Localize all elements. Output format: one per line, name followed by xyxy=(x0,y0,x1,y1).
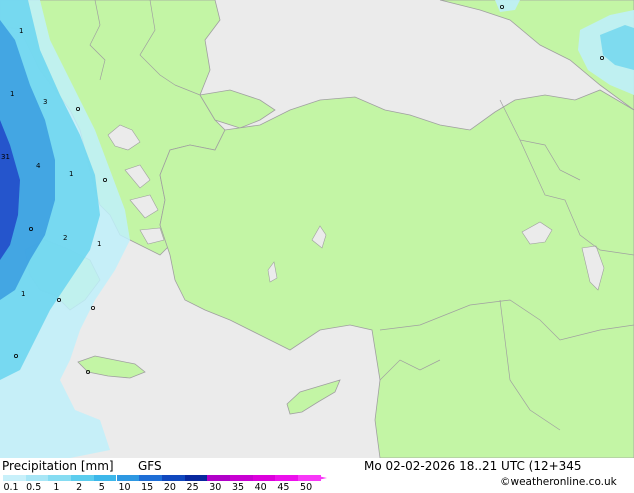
precip-label: 2 xyxy=(63,234,67,242)
legend-tick-label: 0.1 xyxy=(3,482,19,493)
precip-label: 1 xyxy=(19,27,23,35)
legend-swatch xyxy=(25,475,49,481)
product-title: Precipitation [mm] xyxy=(2,459,114,473)
legend-swatch xyxy=(230,475,253,481)
precip-label: 4 xyxy=(36,162,41,170)
credit: ©weatheronline.co.uk xyxy=(500,476,617,488)
precip-label: 3 xyxy=(43,98,47,106)
precip-label: 1 xyxy=(97,240,101,248)
legend-tick-label: 1 xyxy=(53,482,60,493)
legend-swatch xyxy=(139,475,162,481)
legend-swatch xyxy=(207,475,230,481)
precip-label: 31 xyxy=(1,153,10,161)
precip-label: 1 xyxy=(10,90,14,98)
legend-tick-label: 25 xyxy=(186,482,199,493)
legend-tick-label: 45 xyxy=(277,482,290,493)
legend-swatch xyxy=(48,475,72,481)
legend-swatch xyxy=(116,475,140,481)
footer: Precipitation [mm] GFS Mo 02-02-2026 18.… xyxy=(0,458,634,493)
valid-time: Mo 02-02-2026 18..21 UTC (12+345 xyxy=(364,459,582,473)
legend-swatch xyxy=(252,475,276,481)
legend-tick-label: 15 xyxy=(141,482,154,493)
legend-tick-label: 5 xyxy=(98,482,105,493)
legend-tick-label: 0.5 xyxy=(26,482,42,493)
legend-swatch xyxy=(93,475,117,481)
precip-label: 1 xyxy=(21,290,25,298)
legend-tick-label: 30 xyxy=(209,482,222,493)
legend-swatch xyxy=(184,475,208,481)
legend-tick-label: 2 xyxy=(76,482,83,493)
legend-tick-label: 10 xyxy=(118,482,131,493)
legend-tick-label: 50 xyxy=(300,482,313,493)
legend-tick-label: 20 xyxy=(163,482,176,493)
legend-tick-label: 35 xyxy=(231,482,245,493)
legend-swatch xyxy=(275,475,299,481)
precipitation-map: 1 1 3 4 1 31 2 1 1 xyxy=(0,0,634,458)
legend-swatch xyxy=(71,475,94,481)
model-name: GFS xyxy=(138,459,162,473)
legend-arrow xyxy=(312,475,327,481)
legend-swatch xyxy=(161,475,185,481)
legend-swatch xyxy=(3,475,26,481)
legend-colorbar xyxy=(3,475,328,481)
precip-label: 1 xyxy=(69,170,73,178)
legend-tick-label: 40 xyxy=(254,482,267,493)
